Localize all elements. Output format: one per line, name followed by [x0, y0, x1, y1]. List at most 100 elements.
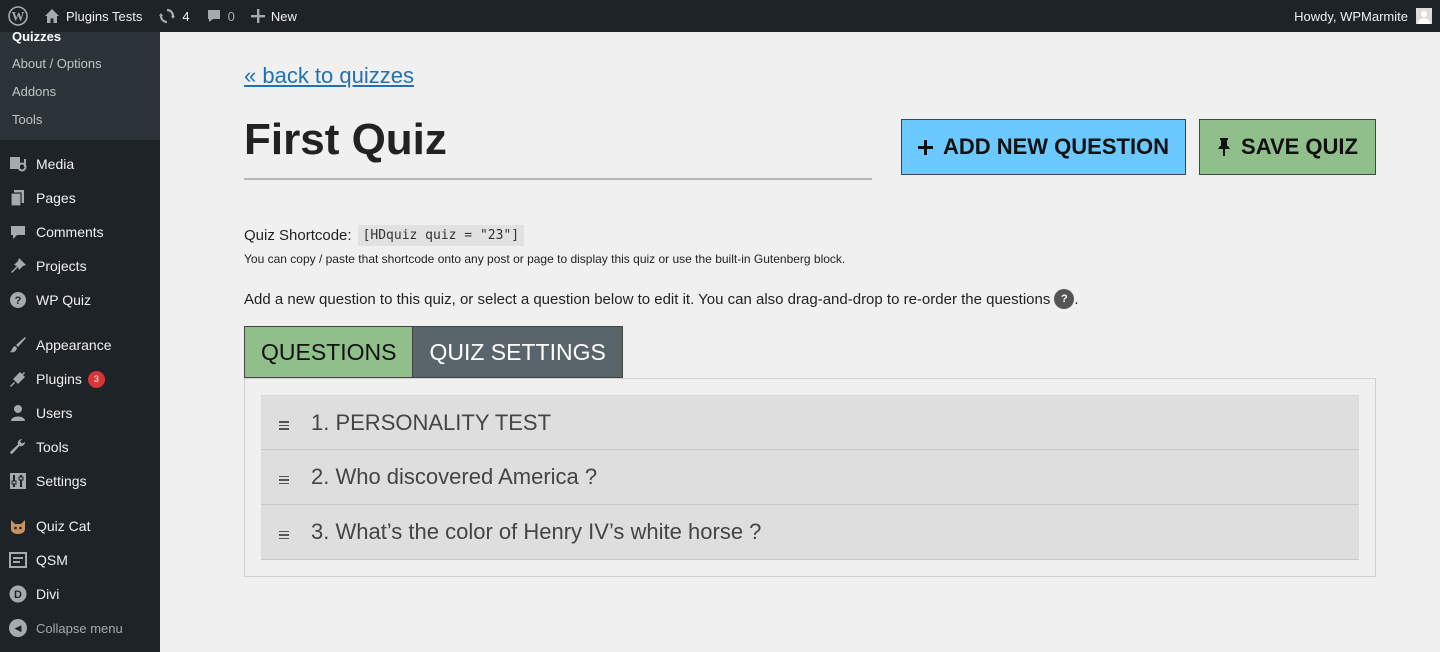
question-row[interactable]: 2. Who discovered America ?: [261, 450, 1359, 505]
collapse-arrow-icon: ◀: [9, 619, 27, 637]
sidebar-item-projects[interactable]: Projects: [0, 249, 160, 283]
sidebar-item-divi[interactable]: D Divi: [0, 577, 160, 611]
sidebar-item-label: WP Quiz: [36, 292, 91, 308]
instructions-label: Add a new question to this quiz, or sele…: [244, 290, 1051, 308]
submenu-item-addons[interactable]: Addons: [0, 78, 160, 106]
sidebar-item-plugins[interactable]: Plugins 3: [0, 362, 160, 396]
question-title[interactable]: 1. PERSONALITY TEST: [311, 410, 551, 436]
brush-icon: [9, 336, 27, 354]
home-icon: [44, 8, 60, 24]
comments-count: 0: [227, 8, 235, 24]
sidebar-item-label: Comments: [36, 224, 104, 240]
back-to-quizzes-link[interactable]: « back to quizzes: [244, 63, 414, 89]
new-label: New: [270, 8, 297, 24]
question-row[interactable]: 3. What’s the color of Henry IV’s white …: [261, 505, 1359, 560]
svg-text:W: W: [12, 9, 25, 24]
sidebar-item-label: Divi: [36, 586, 60, 602]
sidebar-item-label: Media: [36, 156, 75, 172]
updates-icon: [158, 7, 176, 25]
sidebar-item-users[interactable]: Users: [0, 396, 160, 430]
user-icon: [9, 404, 27, 422]
drag-handle-icon[interactable]: [279, 530, 291, 541]
site-name: Plugins Tests: [66, 8, 143, 24]
drag-handle-icon[interactable]: [279, 420, 291, 431]
admin-sidebar: Quizzes About / Options Addons Tools Med…: [0, 30, 160, 652]
add-new-question-label: ADD NEW QUESTION: [942, 134, 1170, 159]
new-content-link[interactable]: New: [243, 0, 305, 32]
settings-icon: [9, 472, 27, 490]
collapse-label: Collapse menu: [36, 620, 123, 636]
wrench-icon: [9, 438, 27, 456]
sidebar-item-quiz-cat[interactable]: Quiz Cat: [0, 509, 160, 543]
pin-icon: [1217, 138, 1231, 156]
qsm-icon: [9, 551, 27, 569]
questions-panel: 1. PERSONALITY TEST 2. Who discovered Am…: [244, 378, 1376, 577]
media-icon: [9, 155, 27, 173]
save-quiz-label: SAVE QUIZ: [1241, 134, 1358, 159]
sidebar-item-wp-quiz[interactable]: ? WP Quiz: [0, 283, 160, 317]
comments-icon: [9, 223, 27, 241]
sidebar-item-label: Settings: [36, 473, 87, 489]
submenu-item-quizzes[interactable]: Quizzes: [0, 30, 160, 50]
comment-bubble-icon: [206, 8, 222, 24]
plus-icon: [250, 9, 265, 23]
question-list: 1. PERSONALITY TEST 2. Who discovered Am…: [261, 395, 1359, 560]
drag-handle-icon[interactable]: [279, 475, 291, 486]
comments-link[interactable]: 0: [198, 0, 243, 32]
instructions-end: .: [1074, 290, 1079, 308]
plugins-update-badge: 3: [87, 370, 105, 388]
site-name-link[interactable]: Plugins Tests: [36, 0, 150, 32]
admin-menu: Media Pages Comments Projects ? WP Quiz …: [0, 140, 160, 645]
cat-icon: [9, 517, 27, 535]
divi-icon: D: [9, 585, 27, 603]
question-icon: ?: [9, 291, 27, 309]
menu-separator: [0, 498, 160, 509]
submenu-item-about-options[interactable]: About / Options: [0, 50, 160, 78]
sidebar-item-pages[interactable]: Pages: [0, 181, 160, 215]
sidebar-item-label: Quiz Cat: [36, 518, 91, 534]
updates-link[interactable]: 4: [150, 0, 197, 32]
sidebar-item-label: Appearance: [36, 337, 112, 353]
sidebar-item-qsm[interactable]: QSM: [0, 543, 160, 577]
avatar: [1416, 8, 1432, 24]
wordpress-logo-icon[interactable]: W: [0, 0, 36, 32]
question-row[interactable]: 1. PERSONALITY TEST: [261, 395, 1359, 450]
pin-icon: [9, 257, 27, 275]
sidebar-item-media[interactable]: Media: [0, 147, 160, 181]
sidebar-item-settings[interactable]: Settings: [0, 464, 160, 498]
menu-separator: [0, 317, 160, 328]
svg-text:D: D: [14, 589, 22, 601]
sidebar-item-comments[interactable]: Comments: [0, 215, 160, 249]
page-title: First Quiz: [244, 115, 447, 164]
sidebar-item-appearance[interactable]: Appearance: [0, 328, 160, 362]
plugin-icon: [9, 370, 27, 388]
tab-questions[interactable]: QUESTIONS: [244, 326, 414, 378]
greeting: Howdy, WPMarmite: [1294, 8, 1408, 24]
shortcode-label: Quiz Shortcode:: [244, 227, 352, 244]
sidebar-item-label: Projects: [36, 258, 87, 274]
sidebar-item-tools[interactable]: Tools: [0, 430, 160, 464]
quiz-submenu: Quizzes About / Options Addons Tools: [0, 30, 160, 140]
shortcode-value[interactable]: [HDquiz quiz = "23"]: [357, 225, 525, 246]
help-tooltip-icon[interactable]: ?: [1054, 289, 1075, 309]
question-title[interactable]: 3. What’s the color of Henry IV’s white …: [311, 519, 761, 545]
question-title[interactable]: 2. Who discovered America ?: [311, 464, 597, 490]
tab-quiz-settings[interactable]: QUIZ SETTINGS: [413, 326, 623, 378]
shortcode-row: Quiz Shortcode: [HDquiz quiz = "23"]: [244, 225, 525, 246]
updates-count: 4: [182, 8, 190, 24]
quiz-tabs: QUESTIONS QUIZ SETTINGS: [244, 326, 623, 378]
plus-icon: [917, 139, 933, 155]
my-account[interactable]: Howdy, WPMarmite: [1294, 0, 1440, 32]
pages-icon: [9, 189, 27, 207]
submenu-item-tools[interactable]: Tools: [0, 106, 160, 134]
add-new-question-button[interactable]: ADD NEW QUESTION: [901, 119, 1186, 175]
main-content: « back to quizzes First Quiz ADD NEW QUE…: [160, 32, 1440, 652]
collapse-menu-button[interactable]: ◀ Collapse menu: [0, 611, 160, 645]
sidebar-item-label: QSM: [36, 552, 68, 568]
svg-text:?: ?: [15, 295, 22, 307]
title-wrapper: First Quiz: [244, 112, 872, 180]
sidebar-item-label: Plugins: [36, 371, 82, 387]
save-quiz-button[interactable]: SAVE QUIZ: [1199, 119, 1376, 175]
instructions-text: Add a new question to this quiz, or sele…: [244, 289, 1079, 309]
sidebar-item-label: Pages: [36, 190, 76, 206]
